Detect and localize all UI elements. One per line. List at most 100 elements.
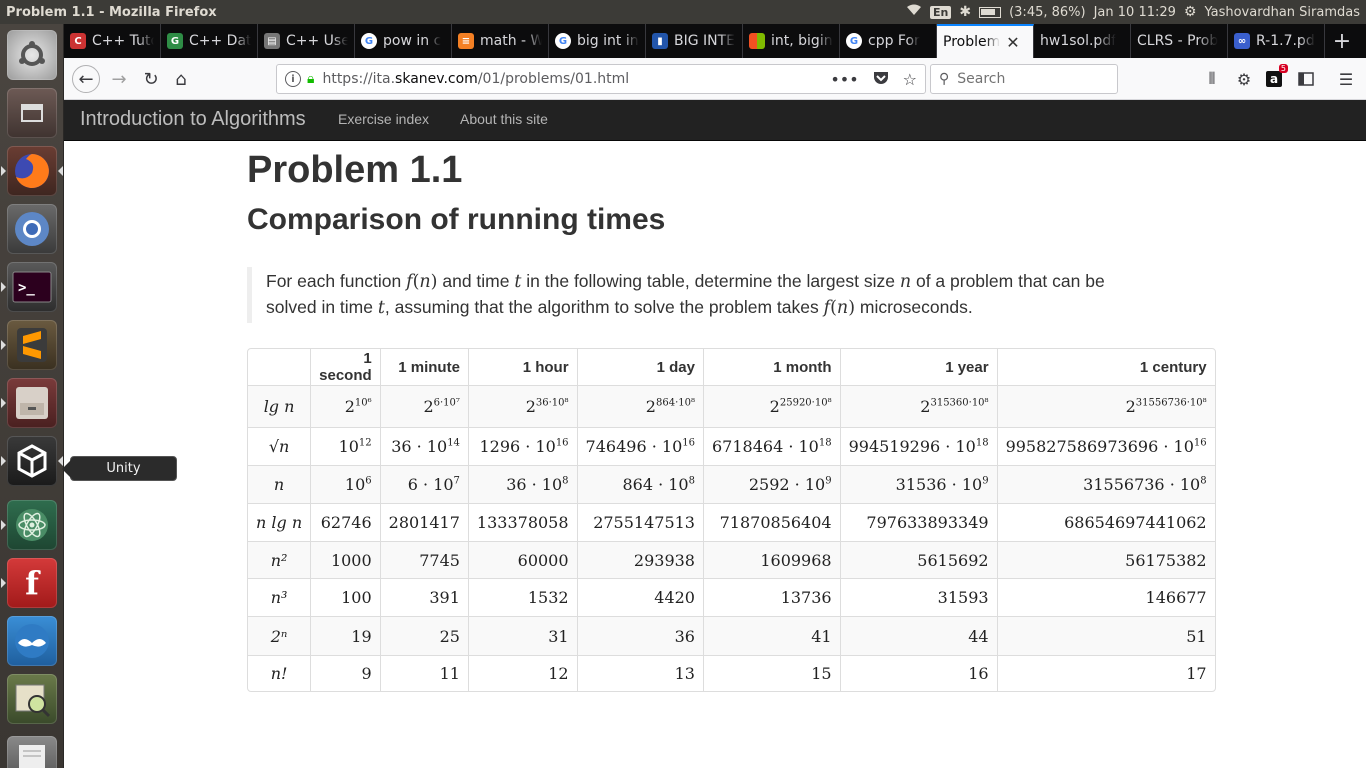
gear-icon[interactable]: ⚙ — [1232, 66, 1256, 92]
search-input[interactable]: Search — [957, 71, 1005, 87]
table-cell: 51 — [996, 616, 1215, 655]
table-cell: 2864·10⁸ — [576, 385, 703, 427]
table-cell: 2315360·10⁸ — [839, 385, 997, 427]
amazon-extension-icon[interactable]: a 5 — [1262, 64, 1288, 92]
page-actions-icon[interactable]: ••• — [830, 70, 858, 89]
url-text[interactable]: https://ita.skanev.com/01/problems/01.ht… — [322, 71, 629, 87]
forward-button[interactable]: → — [106, 66, 132, 92]
bookmark-star-icon[interactable]: ☆ — [903, 70, 917, 89]
cplusplus-icon: C — [70, 33, 86, 49]
table-cell: 60000 — [467, 541, 577, 578]
chromium-icon[interactable] — [7, 204, 57, 254]
table-cell: 19 — [310, 616, 380, 655]
sidebar-toggle-icon[interactable] — [1294, 66, 1318, 92]
clock[interactable]: Jan 10 11:29 — [1094, 5, 1176, 20]
unity-editor-icon[interactable] — [1, 436, 63, 486]
keyboard-layout-indicator[interactable]: En — [930, 5, 952, 19]
table-cell: 6 · 107 — [379, 465, 468, 503]
battery-icon[interactable] — [979, 6, 1002, 18]
sublime-text-icon[interactable] — [1, 320, 57, 370]
table-row: n 106 6 · 107 36 · 108 864 · 108 2592 · 109 31… — [248, 465, 1215, 503]
tab-cplusplus-users[interactable]: ▤C++ User — [258, 24, 355, 58]
ubuntu-dash-icon[interactable] — [7, 30, 57, 80]
firefox-icon[interactable] — [1, 146, 63, 196]
tab-clrs-problems[interactable]: CLRS - Prob — [1131, 24, 1228, 58]
tab-big-integer[interactable]: ▮ BIG INTE — [646, 24, 743, 58]
tab-math[interactable]: ≡ math - W — [452, 24, 549, 58]
nav-link-about[interactable]: About this site — [460, 111, 548, 127]
google-icon: G — [555, 33, 571, 49]
tab-pow-in-c[interactable]: Gpow in c — [355, 24, 452, 58]
document-icon: ▤ — [264, 33, 280, 49]
workspace-switcher-icon[interactable] — [7, 88, 57, 138]
table-cell: 25 — [379, 616, 468, 655]
launcher-tooltip: Unity — [62, 456, 177, 481]
column-header-function — [248, 349, 310, 385]
lock-icon[interactable]: 🔒︎ — [307, 71, 314, 87]
foxit-reader-icon[interactable]: f — [1, 558, 57, 608]
window-title: Problem 1.1 - Mozilla Firefox — [6, 4, 217, 20]
tab-cpp-for[interactable]: Gcpp For — [840, 24, 937, 58]
row-function-label: n lg n — [248, 503, 311, 541]
url-bar[interactable]: i 🔒︎ https://ita.skanev.com/01/problems/… — [276, 64, 926, 94]
text-editor-icon[interactable] — [7, 736, 57, 768]
pocket-icon[interactable] — [873, 70, 889, 89]
file-cabinet-icon[interactable] — [1, 378, 57, 428]
tab-int-bigint[interactable]: int, bigin — [743, 24, 840, 58]
row-function-label: 2ⁿ — [248, 616, 311, 655]
site-brand-link[interactable]: Introduction to Algorithms — [80, 108, 306, 131]
close-tab-icon[interactable]: ✕ — [1006, 33, 1019, 52]
search-bar[interactable]: ⚲ Search — [930, 64, 1118, 94]
microsoft-icon — [749, 33, 765, 49]
column-header-time: 1 minute — [379, 349, 468, 385]
home-button[interactable]: ⌂ — [168, 66, 194, 92]
row-function-label: lg n — [248, 385, 311, 427]
forward-arrow-icon: → — [111, 68, 127, 90]
terminal-icon[interactable]: >_ — [1, 262, 57, 312]
table-cell: 1296 · 1016 — [467, 427, 577, 465]
table-cell: 293938 — [576, 541, 703, 578]
tab-hw1sol-pdf[interactable]: hw1sol.pdf — [1034, 24, 1131, 58]
site-info-icon[interactable]: i — [285, 71, 301, 87]
tab-big-int-in[interactable]: Gbig int in — [549, 24, 646, 58]
table-cell: 106 — [310, 465, 380, 503]
table-row: n² 1000 7745 60000 293938 1609968 5615692 56175… — [248, 541, 1215, 578]
table-cell: 100 — [310, 578, 380, 616]
table-row: n lg n 62746 2801417 133378058 2755147513 718… — [248, 503, 1215, 541]
column-header-time: 1 month — [702, 349, 840, 385]
gear-icon[interactable]: ⚙ — [1184, 4, 1197, 20]
mustache-app-icon[interactable] — [7, 616, 57, 666]
table-cell: 7745 — [379, 541, 468, 578]
svg-text:>_: >_ — [18, 280, 35, 296]
back-button[interactable]: ← — [72, 65, 100, 93]
bluetooth-icon[interactable]: ✱ — [959, 4, 971, 20]
tab-cplusplus-data[interactable]: GC++ Data — [161, 24, 258, 58]
reload-icon: ↻ — [143, 68, 159, 90]
stackoverflow-icon: ≡ — [458, 33, 474, 49]
library-icon[interactable]: ⫴ — [1200, 66, 1224, 92]
table-row: n! 9 11 12 13 15 16 17 — [248, 655, 1215, 691]
google-icon: G — [361, 33, 377, 49]
tab-problem-active[interactable]: Problem ✕ — [937, 24, 1034, 58]
row-function-label: √n — [248, 427, 311, 465]
reload-button[interactable]: ↻ — [138, 66, 164, 92]
nav-link-exercise-index[interactable]: Exercise index — [338, 111, 429, 127]
table-cell: 9 — [310, 655, 380, 691]
column-header-time: 1 year — [839, 349, 997, 385]
tab-r-1-7-pdf[interactable]: ∞ R-1.7.pd — [1228, 24, 1325, 58]
column-header-time: 1 century — [996, 349, 1215, 385]
wifi-icon[interactable] — [906, 4, 922, 20]
hamburger-menu-icon[interactable]: ☰ — [1334, 66, 1358, 92]
system-monitor-icon[interactable] — [7, 674, 57, 724]
atom-editor-icon[interactable] — [1, 500, 57, 550]
battery-status[interactable]: (3:45, 86%) — [1009, 5, 1086, 20]
table-cell: 210⁶ — [310, 385, 380, 427]
new-tab-button[interactable]: + — [1325, 24, 1359, 58]
row-function-label: n! — [248, 655, 311, 691]
tab-cplusplus-tutorial[interactable]: C C++ Tuto — [64, 24, 161, 58]
table-cell: 31556736 · 108 — [996, 465, 1215, 503]
table-cell: 797633893349 — [839, 503, 997, 541]
user-name[interactable]: Yashovardhan Siramdas — [1204, 5, 1360, 20]
table-cell: 864 · 108 — [576, 465, 703, 503]
table-cell: 6718464 · 1018 — [702, 427, 840, 465]
